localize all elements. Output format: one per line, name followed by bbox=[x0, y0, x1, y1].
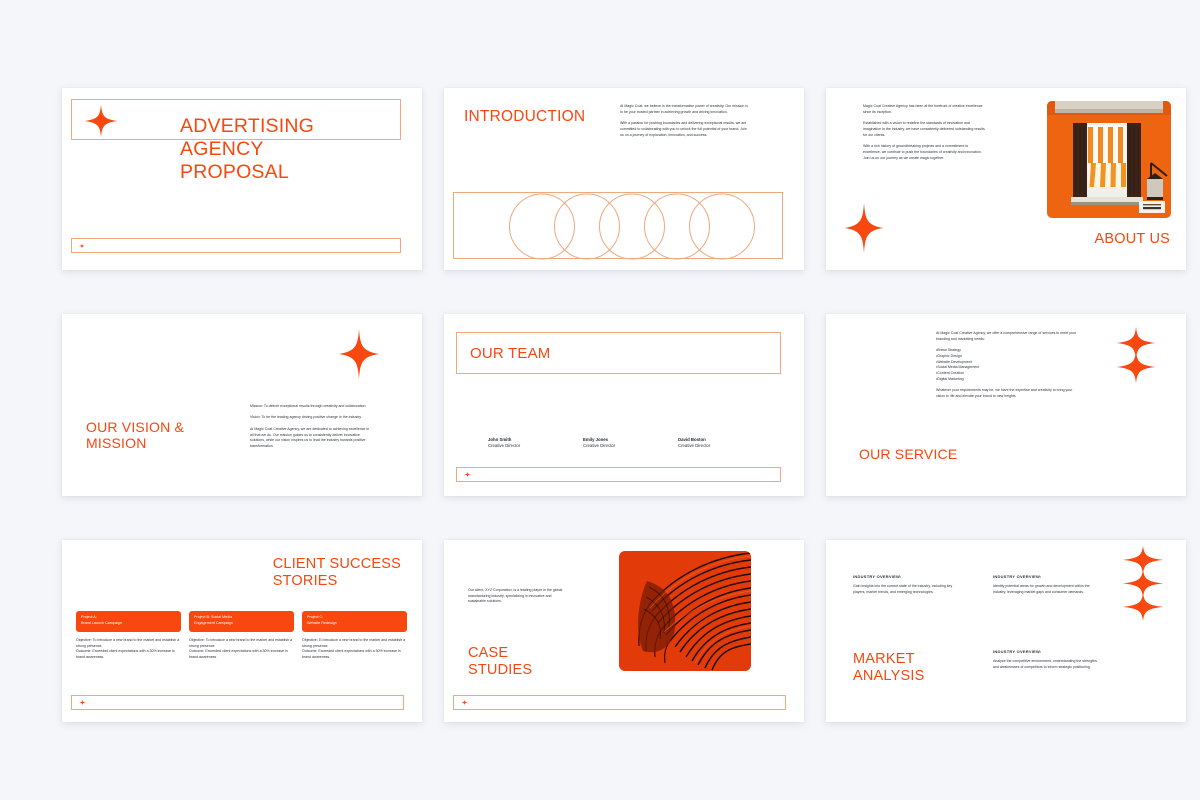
list-item[interactable]: David Boston Creative Director bbox=[678, 437, 758, 450]
our-team-title: OUR TEAM bbox=[470, 345, 551, 362]
table-row[interactable]: Project C: Website Redesign Objective: T… bbox=[302, 611, 407, 661]
project-heading: Project C: Website Redesign bbox=[302, 611, 407, 632]
table-row[interactable]: Project A: Brand Launch Campaign Objecti… bbox=[76, 611, 181, 661]
client-success-footer-bar[interactable] bbox=[71, 695, 404, 710]
case-studies-footer-bar[interactable] bbox=[453, 695, 786, 710]
team-footer-bar[interactable] bbox=[456, 467, 781, 482]
about-us-title: ABOUT US bbox=[1094, 230, 1170, 247]
overview-label: INDUSTRY OVERVIEW: bbox=[853, 574, 902, 579]
slide-about-us[interactable]: Magic Coat Creative Agency has been at t… bbox=[826, 88, 1186, 270]
project-body: Objective: To introduce a new brand to t… bbox=[302, 638, 406, 660]
project-heading: Project A: Brand Launch Campaign bbox=[76, 611, 181, 632]
project-cards: Project A: Brand Launch Campaign Objecti… bbox=[76, 611, 409, 661]
vision-mission-title: OUR VISION & MISSION bbox=[86, 418, 185, 452]
slide-vision-mission[interactable]: Mission: To deliver exceptional results … bbox=[62, 314, 422, 496]
overview-text: Identify potential areas for growth and … bbox=[993, 584, 1090, 594]
member-role: Creative Director bbox=[583, 443, 616, 449]
overview-column-1: INDUSTRY OVERVIEW: Gain insights into th… bbox=[853, 574, 957, 595]
slide-client-success-stories[interactable]: CLIENT SUCCESS STORIES Project A: Brand … bbox=[62, 540, 422, 722]
slide-deck: ADVERTISING AGENCY PROPOSAL INTRODUCTION… bbox=[0, 0, 1200, 800]
slide-cover[interactable]: ADVERTISING AGENCY PROPOSAL bbox=[62, 88, 422, 270]
about-us-body: Magic Coat Creative Agency has been at t… bbox=[863, 104, 985, 160]
overview-column-3: INDUSTRY OVERVIEW: Analyze the competiti… bbox=[993, 649, 1101, 670]
four-point-star-icon bbox=[338, 328, 380, 380]
project-body: Objective: To introduce a new brand to t… bbox=[76, 638, 180, 660]
market-analysis-title: MARKET ANALYSIS bbox=[853, 650, 925, 684]
four-point-star-icon bbox=[84, 104, 118, 138]
slide-case-studies[interactable]: Our client, XYZ Corporation, is a leadin… bbox=[444, 540, 804, 722]
plus-mark-icon bbox=[463, 470, 472, 479]
plus-mark-icon bbox=[460, 698, 469, 707]
double-four-point-star-icon bbox=[1116, 326, 1156, 384]
member-role: Creative Director bbox=[678, 443, 711, 449]
member-role: Creative Director bbox=[488, 443, 521, 449]
project-body: Objective: To introduce a new brand to t… bbox=[189, 638, 293, 660]
slide-market-analysis[interactable]: INDUSTRY OVERVIEW: Gain insights into th… bbox=[826, 540, 1186, 722]
slide-introduction[interactable]: INTRODUCTION At Magic Coat, we believe i… bbox=[444, 88, 804, 270]
overview-text: Gain insights into the current state of … bbox=[853, 584, 953, 594]
overlapping-circles-decoration bbox=[509, 193, 755, 260]
overview-label: INDUSTRY OVERVIEW: bbox=[993, 574, 1042, 579]
case-studies-photo bbox=[619, 551, 751, 671]
overview-column-2: INDUSTRY OVERVIEW: Identify potential ar… bbox=[993, 574, 1101, 595]
plus-mark-icon bbox=[78, 698, 87, 707]
four-point-star-icon bbox=[844, 202, 884, 254]
plus-mark-icon bbox=[78, 242, 86, 250]
overview-text: Analyze the competitive environment, und… bbox=[993, 659, 1097, 669]
team-members-list: John Smith Creative Director Emily Jones… bbox=[488, 437, 758, 450]
client-success-title: CLIENT SUCCESS STORIES bbox=[272, 556, 401, 590]
case-studies-title: CASE STUDIES bbox=[468, 644, 533, 678]
circles-frame bbox=[453, 192, 783, 260]
overview-label: INDUSTRY OVERVIEW: bbox=[993, 649, 1042, 654]
triple-four-point-star-icon bbox=[1122, 545, 1164, 621]
our-service-title: OUR SERVICE bbox=[859, 446, 958, 463]
list-item[interactable]: Emily Jones Creative Director bbox=[583, 437, 663, 450]
cover-footer-bar[interactable] bbox=[71, 238, 401, 253]
project-heading: Project B: Social Media Engagement Campa… bbox=[189, 611, 294, 632]
slide-our-team[interactable]: OUR TEAM John Smith Creative Director Em… bbox=[444, 314, 804, 496]
case-studies-body: Our client, XYZ Corporation, is a leadin… bbox=[468, 588, 563, 604]
table-row[interactable]: Project B: Social Media Engagement Campa… bbox=[189, 611, 294, 661]
list-item[interactable]: John Smith Creative Director bbox=[488, 437, 568, 450]
cover-title: ADVERTISING AGENCY PROPOSAL bbox=[180, 115, 315, 183]
vision-mission-body: Mission: To deliver exceptional results … bbox=[250, 404, 370, 449]
slide-our-service[interactable]: At Magic Coat Creative Agency, we offer … bbox=[826, 314, 1186, 496]
introduction-body: At Magic Coat, we believe in the transfo… bbox=[620, 104, 748, 137]
introduction-title: INTRODUCTION bbox=[464, 108, 586, 125]
about-us-photo bbox=[1047, 101, 1171, 218]
our-service-body: At Magic Coat Creative Agency, we offer … bbox=[936, 331, 1077, 399]
